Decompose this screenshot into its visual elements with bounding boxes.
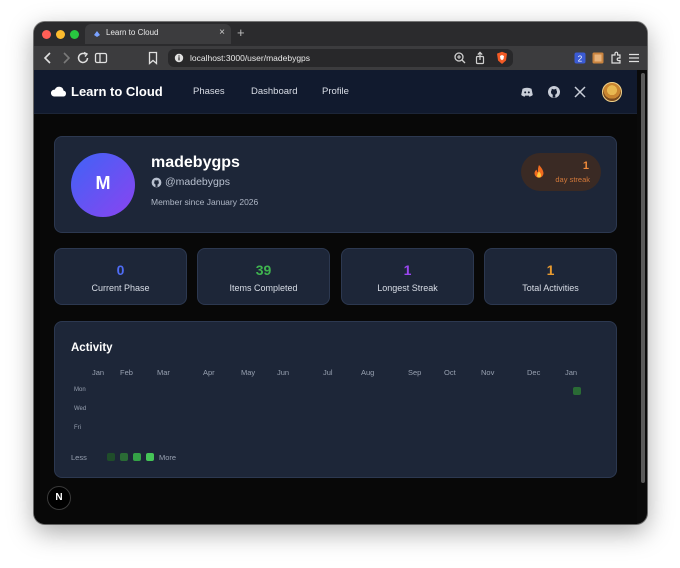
tab-strip: Learn to Cloud × + — [34, 22, 647, 46]
profile-avatar: M — [71, 153, 135, 217]
month-label: Dec — [527, 368, 541, 377]
brave-shield-icon[interactable] — [494, 50, 510, 66]
month-label: Mar — [157, 368, 170, 377]
extension-1-icon[interactable]: 2 — [572, 50, 588, 66]
nav-link-dashboard[interactable]: Dashboard — [251, 86, 297, 97]
stat-value: 1 — [403, 262, 412, 278]
forward-icon[interactable] — [58, 50, 74, 66]
stat-value: 39 — [255, 262, 272, 278]
sidebar-icon[interactable] — [93, 50, 109, 66]
month-label: Jan — [92, 368, 105, 377]
page-content: Learn to Cloud Phases Dashboard Profile — [34, 70, 637, 524]
month-label: Feb — [120, 368, 133, 377]
streak-label: day streak — [555, 175, 590, 184]
browser-toolbar: localhost:3000/user/madebygps 2 — [34, 46, 647, 70]
month-label: Oct — [444, 368, 456, 377]
stat-value: 0 — [116, 262, 125, 278]
month-label: Nov — [481, 368, 495, 377]
share-icon[interactable] — [472, 50, 488, 66]
cloud-icon — [50, 86, 67, 97]
activity-title: Activity — [71, 342, 113, 354]
window-maximize-button[interactable] — [70, 30, 79, 39]
legend-cell — [107, 453, 115, 461]
browser-window: Learn to Cloud × + localhost:3000/user/m… — [34, 22, 647, 524]
stat-label: Longest Streak — [377, 283, 438, 293]
back-icon[interactable] — [40, 50, 56, 66]
stat-label: Current Phase — [91, 283, 150, 293]
day-label: Wed — [74, 406, 87, 412]
scrollbar-thumb[interactable] — [641, 73, 645, 483]
window-minimize-button[interactable] — [56, 30, 65, 39]
discord-icon[interactable] — [520, 85, 534, 99]
month-label: Aug — [361, 368, 375, 377]
month-label: Jan — [565, 368, 578, 377]
github-handle: @madebygps — [165, 176, 230, 188]
fire-icon — [534, 165, 544, 178]
legend-cell — [133, 453, 141, 461]
menu-icon[interactable] — [626, 50, 642, 66]
user-avatar[interactable] — [602, 82, 622, 102]
month-label: May — [241, 368, 256, 377]
stat-value: 1 — [546, 262, 555, 278]
month-label: Sep — [408, 368, 422, 377]
stat-card-total-activities: 1 Total Activities — [484, 248, 617, 305]
month-label: Jul — [323, 368, 333, 377]
stat-card-items-completed: 39 Items Completed — [197, 248, 330, 305]
zoom-icon[interactable] — [452, 50, 468, 66]
svg-text:2: 2 — [578, 55, 583, 64]
month-label: Apr — [203, 368, 215, 377]
extensions-icon[interactable] — [608, 50, 624, 66]
legend-cell — [146, 453, 154, 461]
member-since: Member since January 2026 — [151, 197, 259, 207]
new-tab-button[interactable]: + — [237, 25, 245, 40]
nav-link-profile[interactable]: Profile — [322, 86, 349, 97]
reload-icon[interactable] — [75, 50, 91, 66]
page-scrollbar[interactable] — [640, 73, 646, 483]
streak-count: 1 — [582, 160, 589, 172]
x-icon[interactable] — [573, 85, 587, 99]
site-info-icon[interactable] — [174, 53, 184, 63]
browser-tab[interactable]: Learn to Cloud × — [85, 24, 231, 44]
bookmark-icon[interactable] — [145, 50, 161, 66]
tab-close-button[interactable]: × — [219, 27, 225, 38]
stat-label: Total Activities — [522, 283, 579, 293]
nextjs-dev-badge[interactable]: N — [47, 486, 71, 510]
activity-card: Activity Jan Feb Mar Apr May Jun Jul Aug… — [54, 321, 617, 478]
github-icon[interactable] — [547, 85, 561, 99]
stat-card-current-phase: 0 Current Phase — [54, 248, 187, 305]
site-navbar: Learn to Cloud Phases Dashboard Profile — [34, 70, 637, 114]
stat-card-longest-streak: 1 Longest Streak — [341, 248, 474, 305]
day-label: Fri — [74, 425, 81, 431]
url-text: localhost:3000/user/madebygps — [190, 53, 311, 63]
month-label: Jun — [277, 368, 290, 377]
favicon-icon — [94, 31, 100, 37]
github-icon — [151, 177, 162, 188]
activity-cell[interactable] — [573, 387, 581, 395]
stat-label: Items Completed — [229, 283, 298, 293]
day-label: Mon — [74, 387, 86, 393]
brand-name: Learn to Cloud — [71, 84, 163, 99]
profile-card: M madebygps @madebygps Member since Janu… — [54, 136, 617, 233]
legend-more: More — [159, 453, 177, 462]
streak-badge: 1 day streak — [521, 153, 601, 191]
nav-link-phases[interactable]: Phases — [193, 86, 225, 97]
extension-2-icon[interactable] — [590, 50, 606, 66]
legend-cell — [120, 453, 128, 461]
tab-title: Learn to Cloud — [106, 28, 159, 37]
address-bar[interactable]: localhost:3000/user/madebygps — [168, 49, 513, 67]
nextjs-icon: N — [55, 492, 63, 503]
profile-username: madebygps — [151, 154, 240, 171]
legend-less: Less — [71, 453, 87, 462]
window-close-button[interactable] — [42, 30, 51, 39]
avatar-initial: M — [95, 173, 111, 193]
